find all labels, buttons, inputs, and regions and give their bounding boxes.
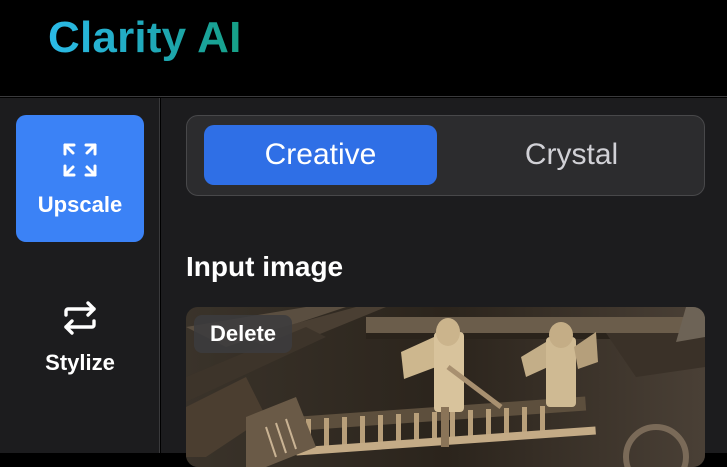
repeat-arrows-icon — [60, 298, 100, 338]
input-image-title: Input image — [186, 251, 344, 282]
mode-toggle: Creative Crystal — [186, 115, 705, 196]
sidebar-item-label: Upscale — [37, 191, 123, 217]
main-panel: Creative Crystal Input image Delete — [161, 98, 727, 467]
mode-crystal-button[interactable]: Crystal — [455, 125, 688, 185]
delete-button[interactable]: Delete — [194, 315, 293, 353]
input-image-preview[interactable]: Delete — [186, 307, 705, 467]
expand-arrows-icon — [60, 140, 100, 180]
sidebar-item-upscale[interactable]: Upscale — [16, 115, 144, 242]
sidebar-item-stylize[interactable]: Stylize — [16, 273, 144, 401]
mode-creative-button[interactable]: Creative — [204, 125, 437, 185]
app-logo: Clarity AI — [48, 13, 242, 62]
app-header: Clarity AI — [0, 0, 727, 97]
sidebar-item-label: Stylize — [45, 350, 115, 375]
sidebar: Upscale Stylize — [0, 98, 160, 453]
